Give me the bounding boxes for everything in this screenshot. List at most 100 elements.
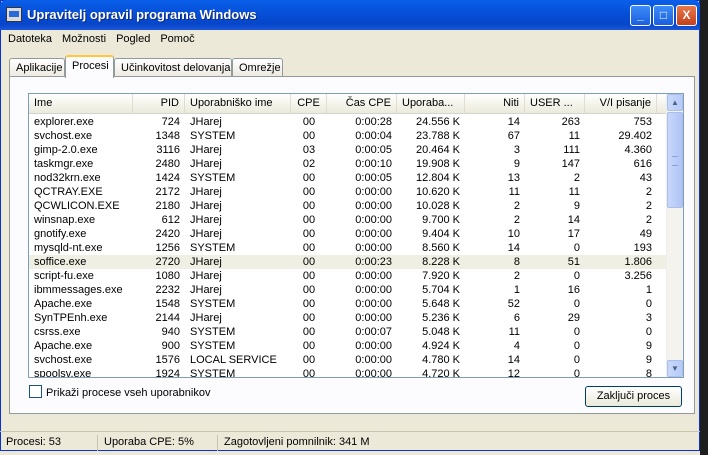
tab-omrezje[interactable]: Omrežje [232,58,283,77]
cell-cas-cpe: 0:00:00 [355,186,392,198]
cell-cpe: 00 [302,186,316,198]
cell-niti: 2 [513,270,520,282]
cell-vi-pisanje: 29.402 [618,130,652,142]
cell-vi-pisanje: 616 [633,158,652,170]
menu-moznosti[interactable]: Možnosti [57,31,111,45]
col-header-user[interactable]: Uporabniško ime [185,94,291,113]
show-all-checkbox[interactable] [29,385,42,398]
cell-vi-pisanje: 2 [645,200,652,212]
cell-cas-cpe: 0:00:00 [355,368,392,378]
cell-user: SYSTEM [190,130,236,142]
tab-procesi[interactable]: Procesi [65,55,114,78]
cell-user: JHarej [190,200,222,212]
table-row[interactable]: csrss.exe 940 SYSTEM 00 0:00:07 5.048 K 11 0 0 [29,325,667,339]
cell-user-obj: 0 [573,354,580,366]
col-header-cas-cpe[interactable]: Čas CPE [327,94,397,113]
table-row[interactable]: svchost.exe 1576 LOCAL SERVICE 00 0:00:00 4.7… [29,353,667,367]
cell-cas-cpe: 0:00:23 [355,256,392,268]
scroll-up-icon[interactable]: ▲ [667,94,683,111]
table-row[interactable]: svchost.exe 1348 SYSTEM 00 0:00:04 23.788 K 67… [29,129,667,143]
cell-user: SYSTEM [190,368,236,378]
col-header-uporaba[interactable]: Uporaba... [397,94,465,113]
maximize-button[interactable]: □ [653,5,674,26]
cell-niti: 12 [507,368,520,378]
cell-pid: 1080 [155,270,180,282]
tab-ucinkovitost[interactable]: Učinkovitost delovanja [114,58,232,77]
cell-uporaba: 8.228 K [422,256,460,268]
cell-user-obj: 0 [573,270,580,282]
processes-panel: Ime PID Uporabniško ime CPE Čas CPE Upor… [9,76,695,414]
cell-ime: QCTRAY.EXE [34,186,103,198]
end-process-button[interactable]: Zaključi proces [585,386,682,407]
table-row[interactable]: QCWLICON.EXE 2180 JHarej 00 0:00:00 10.028 K 2… [29,199,667,213]
cell-user-obj: 2 [573,172,580,184]
col-header-vi-pisanje[interactable]: V/I pisanje [585,94,657,113]
cell-vi-pisanje: 0 [645,298,652,310]
cell-pid: 1348 [155,130,180,142]
table-row[interactable]: gimp-2.0.exe 3116 JHarej 03 0:00:05 20.464 K 3… [29,143,667,157]
cell-cas-cpe: 0:00:00 [355,242,392,254]
title-bar[interactable]: Upravitelj opravil programa Windows _ □ … [0,0,700,30]
table-row[interactable]: Apache.exe 900 SYSTEM 00 0:00:00 4.924 K 4 0 9 [29,339,667,353]
cell-user: JHarej [190,116,222,128]
cell-niti: 67 [507,130,520,142]
cell-pid: 1424 [155,172,180,184]
table-row[interactable]: script-fu.exe 1080 JHarej 00 0:00:00 7.920 K 2… [29,269,667,283]
close-button[interactable]: X [676,5,697,26]
cell-user-obj: 9 [573,200,580,212]
status-bar: Procesi: 53 Uporaba CPE: 5% Zagotovljeni… [0,431,700,451]
scroll-down-icon[interactable]: ▼ [667,360,683,377]
table-row[interactable]: gnotify.exe 2420 JHarej 00 0:00:00 9.404 K 10 1… [29,227,667,241]
menu-datoteka[interactable]: Datoteka [3,31,57,45]
cell-uporaba: 10.028 K [415,200,460,212]
cell-user-obj: 0 [573,368,580,378]
cell-pid: 2480 [155,158,180,170]
show-all-label: Prikaži procese vseh uporabnikov [46,387,211,399]
cell-uporaba: 4.780 K [422,354,460,366]
cell-user: SYSTEM [190,340,236,352]
table-row[interactable]: explorer.exe 724 JHarej 00 0:00:28 24.556 K 14… [29,115,667,129]
status-cpu: Uporaba CPE: 5% [100,435,218,451]
table-row[interactable]: spoolsv.exe 1924 SYSTEM 00 0:00:00 4.720 K 12 0… [29,367,667,378]
cell-uporaba: 12.804 K [415,172,460,184]
vertical-scrollbar[interactable]: ▲ ▼ [666,94,683,377]
cell-vi-pisanje: 9 [645,340,652,352]
cell-pid: 1576 [155,354,180,366]
cell-ime: QCWLICON.EXE [34,200,120,212]
cell-niti: 11 [508,326,520,338]
table-row[interactable]: SynTPEnh.exe 2144 JHarej 00 0:00:00 5.236 K 6 2… [29,311,667,325]
show-all-processes[interactable]: Prikaži procese vseh uporabnikov [29,385,210,399]
cell-ime: script-fu.exe [34,270,94,282]
col-header-ime[interactable]: Ime [29,94,133,113]
table-row[interactable]: soffice.exe 2720 JHarej 00 0:00:23 8.228 K 8 51… [29,255,667,269]
cell-niti: 8 [513,256,520,268]
cell-uporaba: 4.720 K [422,368,460,378]
cell-cpe: 00 [302,312,316,324]
cell-user-obj: 0 [573,326,580,338]
minimize-button[interactable]: _ [630,5,651,26]
table-row[interactable]: Apache.exe 1548 SYSTEM 00 0:00:00 5.648 K 52 0 0 [29,297,667,311]
tab-aplikacije[interactable]: Aplikacije [9,58,65,77]
table-row[interactable]: winsnap.exe 612 JHarej 00 0:00:00 9.700 K 2 14 2 [29,213,667,227]
cell-vi-pisanje: 2 [645,214,652,226]
cell-cpe: 00 [302,368,316,378]
cell-cpe: 03 [302,144,316,156]
cell-cpe: 00 [302,298,316,310]
table-row[interactable]: mysqld-nt.exe 1256 SYSTEM 00 0:00:00 8.560 K 1… [29,241,667,255]
cell-user-obj: 263 [561,116,580,128]
cell-user-obj: 147 [561,158,580,170]
col-header-pid[interactable]: PID [133,94,185,113]
col-header-user-obj[interactable]: USER ... [525,94,585,113]
menu-pogled[interactable]: Pogled [111,31,155,45]
col-header-niti[interactable]: Niti [465,94,525,113]
menu-pomoc[interactable]: Pomoč [155,31,199,45]
table-row[interactable]: ibmmessages.exe 2232 JHarej 00 0:00:00 5.704 … [29,283,667,297]
cell-cas-cpe: 0:00:00 [355,228,392,240]
table-row[interactable]: taskmgr.exe 2480 JHarej 02 0:00:10 19.908 K 9 1… [29,157,667,171]
col-header-cpe[interactable]: CPE [291,94,327,113]
scroll-thumb[interactable] [667,112,683,208]
table-row[interactable]: QCTRAY.EXE 2172 JHarej 00 0:00:00 10.620 K 11 1… [29,185,667,199]
cell-user: JHarej [190,284,222,296]
process-list[interactable]: Ime PID Uporabniško ime CPE Čas CPE Upor… [28,93,684,378]
table-row[interactable]: nod32krn.exe 1424 SYSTEM 00 0:00:05 12.804 K 1… [29,171,667,185]
